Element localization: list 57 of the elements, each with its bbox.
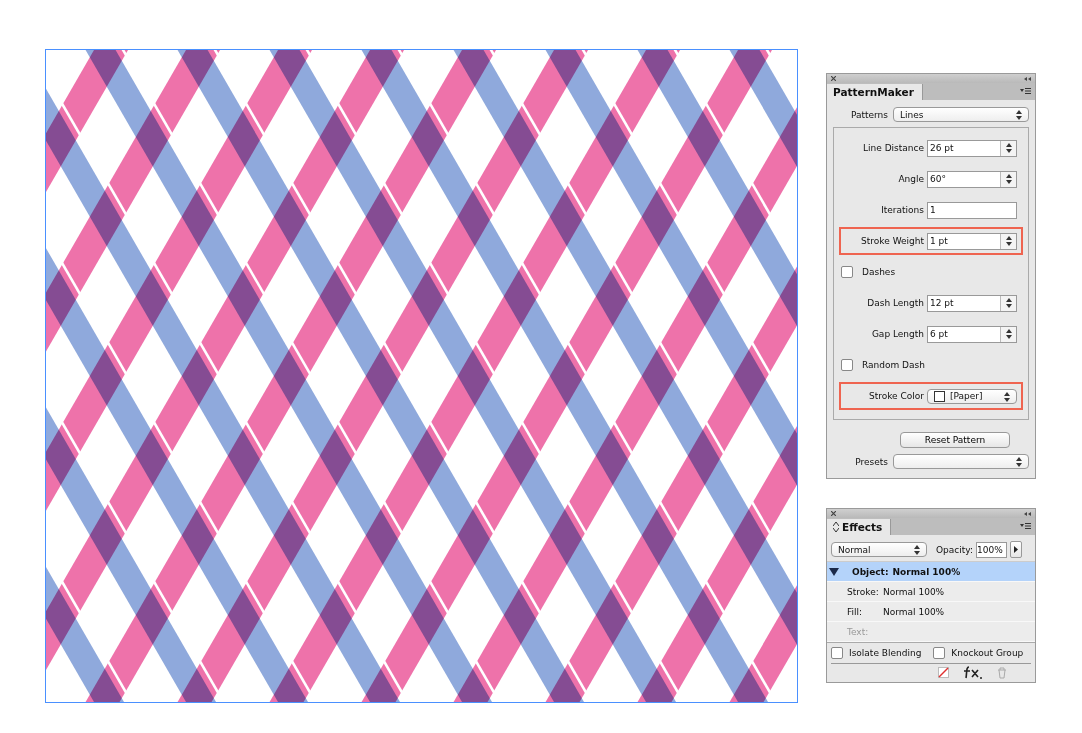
reset-button[interactable]: Reset Pattern (900, 432, 1010, 448)
updown-icon (1004, 391, 1010, 402)
opacity-label: Opacity: (936, 544, 973, 555)
collapse-icon[interactable] (1024, 511, 1031, 516)
close-icon[interactable] (831, 76, 836, 81)
updown-icon (1016, 457, 1022, 467)
panel-menu-icon[interactable] (1020, 523, 1031, 529)
effect-row[interactable]: Object: Normal 100% (827, 562, 1035, 582)
fx-icon[interactable] (963, 666, 983, 679)
opacity-field[interactable]: 100% (976, 541, 1007, 558)
effect-row[interactable]: Stroke: Normal 100% (827, 582, 1035, 602)
opacity-slider-button[interactable] (1010, 541, 1022, 558)
updown-icon (1005, 143, 1012, 153)
number-field[interactable]: 6 pt (927, 325, 1017, 343)
number-field[interactable]: 12 pt (927, 294, 1017, 312)
field-label: Gap Length (871, 329, 924, 339)
panel-tab[interactable]: Effects (827, 519, 892, 535)
checkbox-label: Knockout Group (951, 648, 1024, 658)
color-dropdown[interactable]: [Paper] (927, 388, 1017, 404)
checkbox-label: Isolate Blending (849, 648, 922, 658)
updown-icon (1016, 110, 1022, 120)
checkbox[interactable] (841, 359, 853, 371)
checkbox-label: Random Dash (862, 360, 925, 370)
field-label: Presets (855, 456, 888, 467)
panel-menu-icon[interactable] (1020, 88, 1031, 94)
number-field[interactable]: 60° (927, 170, 1017, 188)
checkbox-label: Dashes (862, 267, 896, 277)
collapse-icon[interactable] (1024, 76, 1031, 81)
updown-icon (833, 522, 839, 532)
updown-icon (1005, 174, 1012, 184)
number-field[interactable]: 26 pt (927, 139, 1017, 157)
field-label: Stroke Weight (861, 236, 924, 246)
field-label: Line Distance (863, 143, 924, 153)
checkbox[interactable] (831, 647, 843, 659)
patterns-dropdown[interactable]: Lines (893, 107, 1029, 122)
field-label: Patterns (850, 109, 888, 120)
updown-icon (1005, 329, 1012, 339)
expanded-icon (829, 568, 839, 576)
field-label: Dash Length (867, 298, 924, 308)
checkbox[interactable] (933, 647, 946, 659)
play-icon (1014, 546, 1018, 553)
updown-icon (1005, 298, 1012, 308)
effect-row[interactable]: Fill: Normal 100% (827, 602, 1035, 622)
swatch-icon (934, 390, 945, 402)
blend-mode-dropdown[interactable]: Normal (831, 542, 927, 557)
number-field[interactable]: 1 pt (927, 232, 1017, 250)
field-label: Stroke Color (868, 391, 924, 401)
updown-icon (914, 545, 920, 555)
checkbox[interactable] (841, 266, 853, 278)
text-field[interactable]: 1 (927, 201, 1017, 219)
field-label: Iterations (881, 205, 924, 215)
field-label: Angle (898, 174, 924, 184)
clear-effects-icon[interactable] (938, 667, 949, 678)
close-icon[interactable] (831, 511, 836, 516)
presets-dropdown[interactable] (893, 454, 1029, 469)
updown-icon (1005, 236, 1012, 246)
panel-tab[interactable]: PatternMaker (827, 84, 923, 100)
